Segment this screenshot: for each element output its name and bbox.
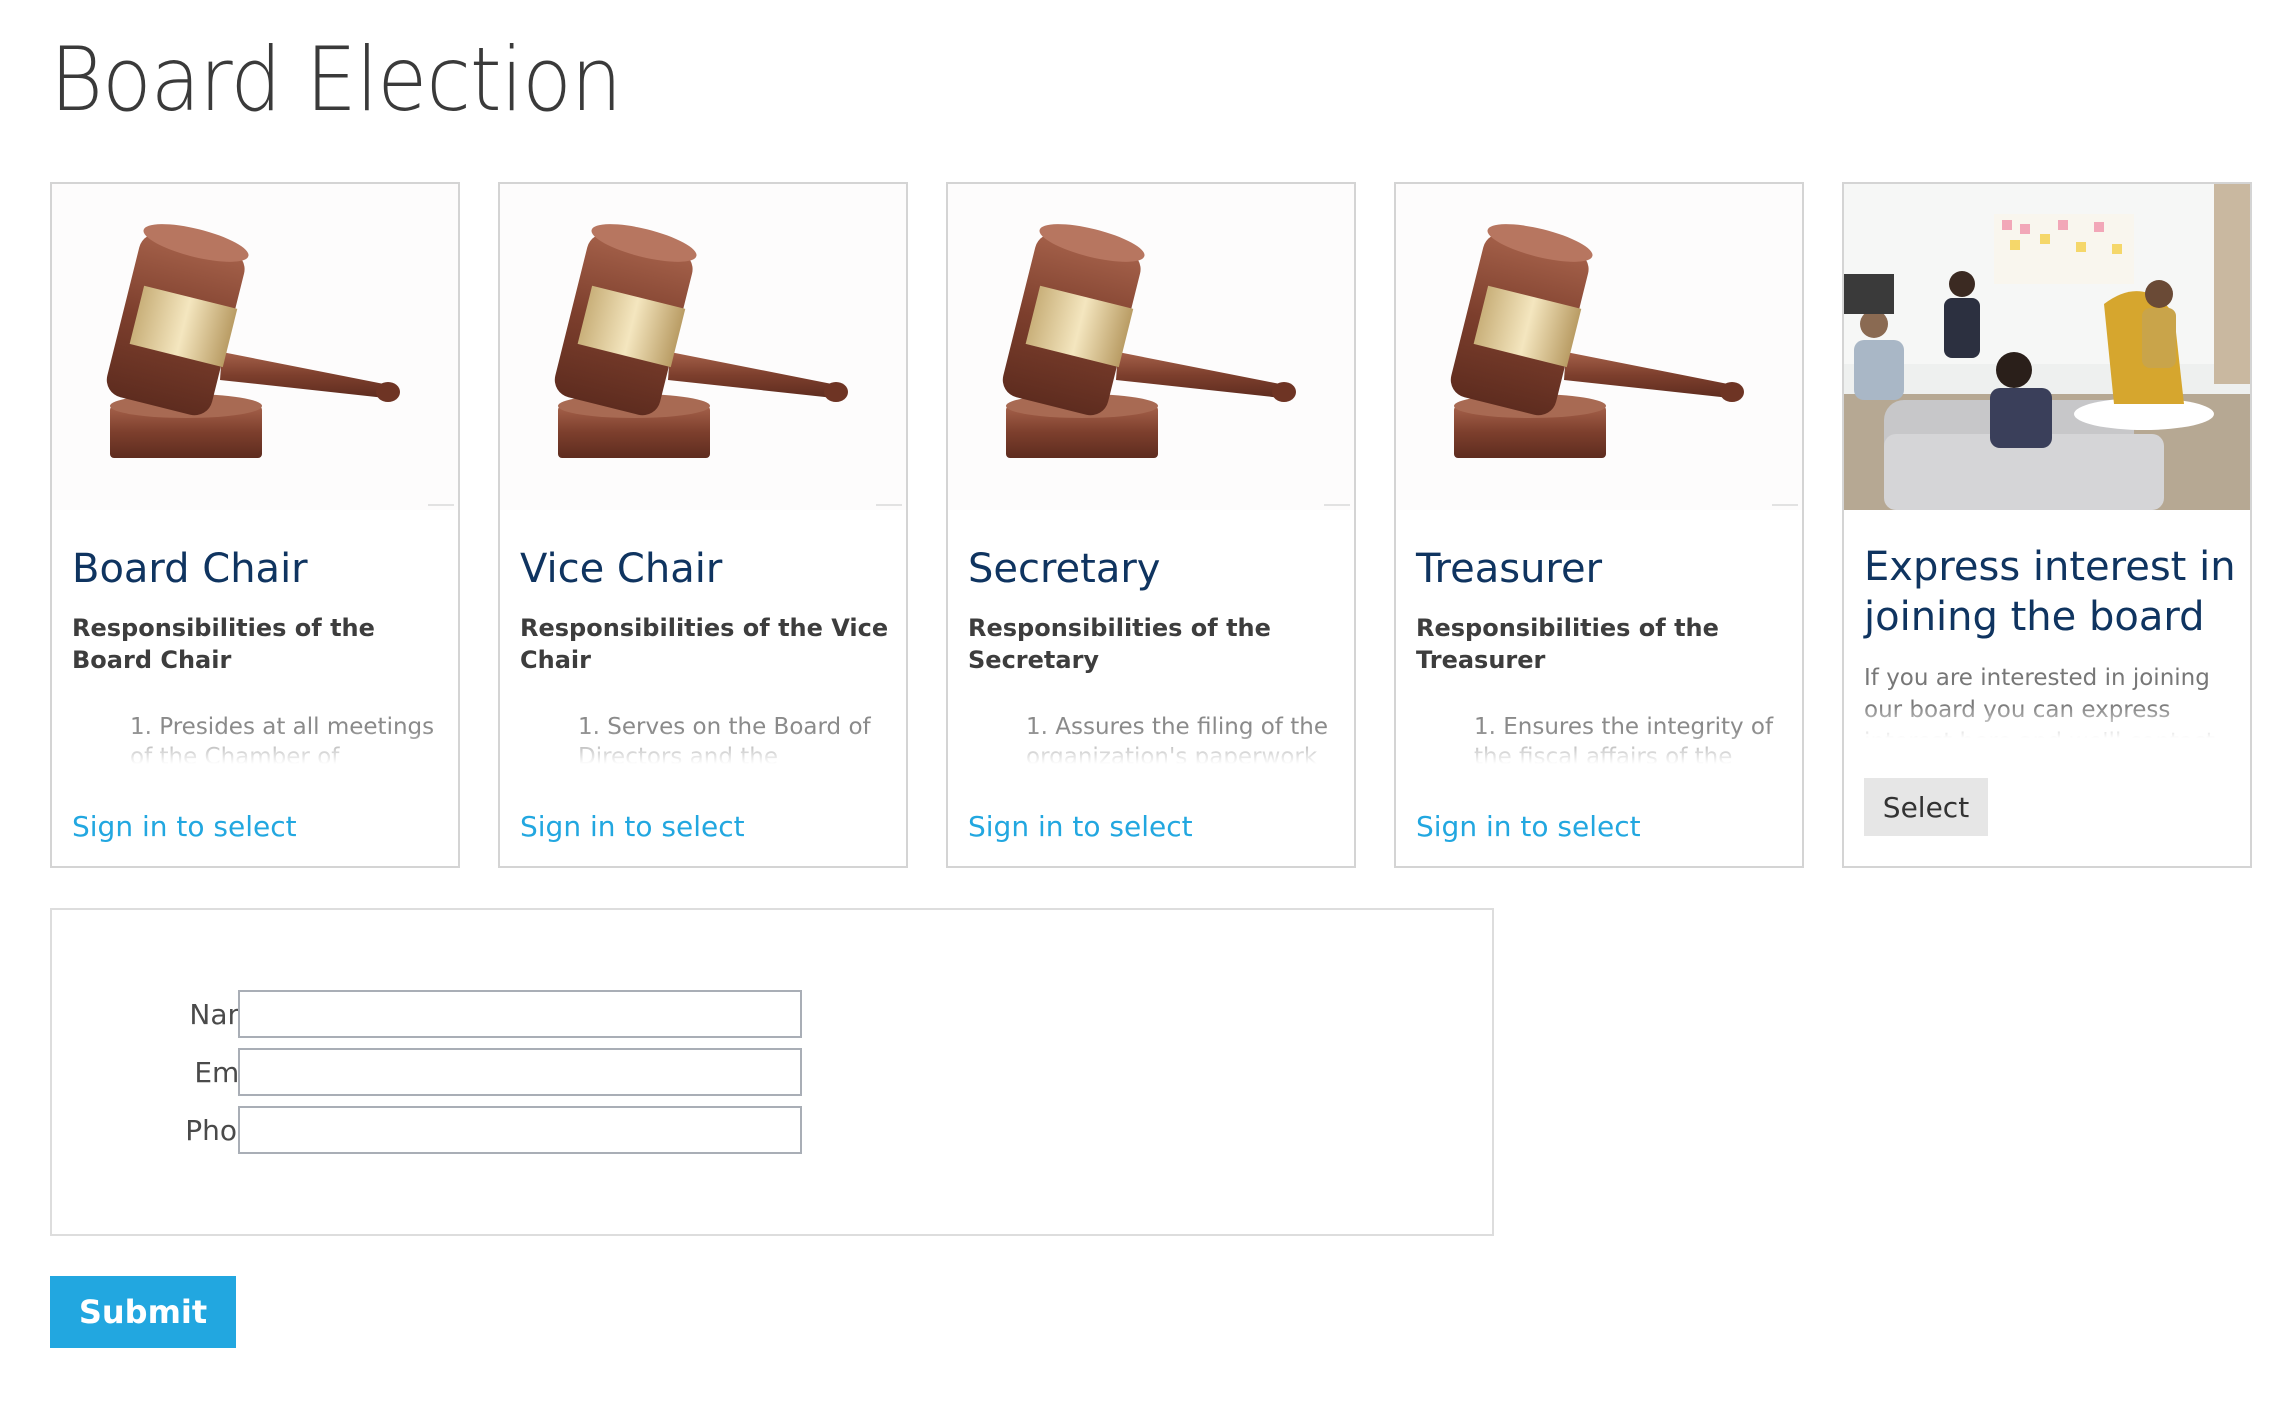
card-excerpt: 1. Assures the filing of the organizatio… bbox=[1026, 712, 1336, 764]
card-title: Treasurer bbox=[1416, 546, 1603, 592]
position-card-vice-chair: Vice Chair Responsibilities of the Vice … bbox=[498, 182, 908, 868]
position-card-board-chair: Board Chair Responsibilities of the Boar… bbox=[50, 182, 460, 868]
name-input[interactable] bbox=[238, 990, 802, 1038]
gavel-icon bbox=[106, 224, 400, 458]
gavel-icon bbox=[1002, 224, 1296, 458]
form-row-email: Email bbox=[52, 1048, 1052, 1096]
select-button[interactable]: Select bbox=[1864, 778, 1988, 836]
meeting-photo bbox=[1844, 184, 2250, 510]
gavel-image bbox=[52, 184, 458, 510]
card-subtitle: Responsibilities of the Board Chair bbox=[72, 614, 375, 674]
page-title: Board Election bbox=[50, 28, 622, 131]
card-title: Board Chair bbox=[72, 546, 308, 592]
card-title: Secretary bbox=[968, 546, 1161, 592]
card-subtitle: Responsibilities of the Treasurer bbox=[1416, 614, 1719, 674]
position-card-treasurer: Treasurer Responsibilities of the Treasu… bbox=[1394, 182, 1804, 868]
gavel-image bbox=[1396, 184, 1802, 510]
form-row-phone: Phone bbox=[52, 1106, 1052, 1154]
express-interest-title: Express interest in joining the board bbox=[1864, 544, 2236, 640]
express-interest-text: If you are interested in joining our boa… bbox=[1864, 662, 2234, 738]
sign-in-link[interactable]: Sign in to select bbox=[72, 810, 297, 843]
sign-in-link[interactable]: Sign in to select bbox=[1416, 810, 1641, 843]
email-input[interactable] bbox=[238, 1048, 802, 1096]
card-subtitle: Responsibilities of the Secretary bbox=[968, 614, 1271, 674]
gavel-image bbox=[948, 184, 1354, 510]
position-card-secretary: Secretary Responsibilities of the Secret… bbox=[946, 182, 1356, 868]
sign-in-link[interactable]: Sign in to select bbox=[968, 810, 1193, 843]
meeting-photo-image bbox=[1844, 184, 2250, 510]
card-excerpt: 1. Ensures the integrity of the fiscal a… bbox=[1474, 712, 1784, 764]
form-row-name: Name bbox=[52, 990, 1052, 1038]
card-subtitle: Responsibilities of the Vice Chair bbox=[520, 614, 889, 674]
submit-button[interactable]: Submit bbox=[50, 1276, 236, 1348]
express-interest-card: Express interest in joining the board If… bbox=[1842, 182, 2252, 868]
gavel-icon bbox=[1450, 224, 1744, 458]
gavel-icon bbox=[554, 224, 848, 458]
phone-input[interactable] bbox=[238, 1106, 802, 1154]
card-title: Vice Chair bbox=[520, 546, 723, 592]
contact-form: Name Email Phone bbox=[50, 908, 1494, 1236]
sign-in-link[interactable]: Sign in to select bbox=[520, 810, 745, 843]
gavel-image bbox=[500, 184, 906, 510]
card-excerpt: 1. Serves on the Board of Directors and … bbox=[578, 712, 888, 764]
card-excerpt: 1. Presides at all meetings of the Chamb… bbox=[130, 712, 440, 764]
